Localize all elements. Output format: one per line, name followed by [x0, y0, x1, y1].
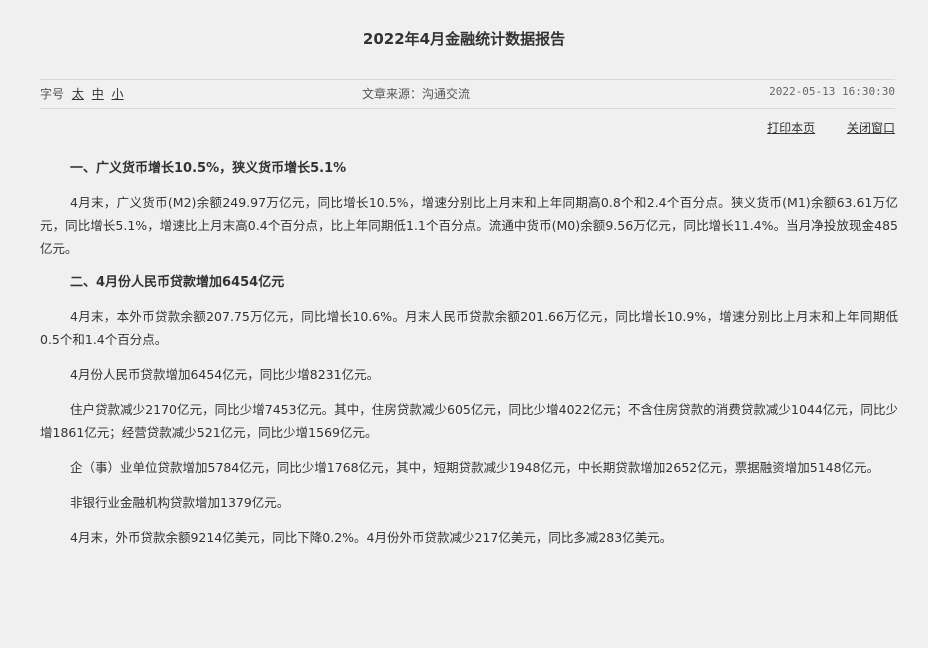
- paragraph: 企（事）业单位贷款增加5784亿元，同比少增1768亿元，其中，短期贷款减少19…: [70, 460, 880, 475]
- header-divider-bottom: [40, 108, 895, 109]
- article-title: 2022年4月金融统计数据报告: [362, 30, 566, 48]
- article-tools: 打印本页 关闭窗口: [739, 119, 895, 136]
- paragraph: 4月末，外币贷款余额9214亿美元，同比下降0.2%。4月份外币贷款减少217亿…: [70, 530, 673, 545]
- section-heading: 二、4月份人民币贷款增加6454亿元: [70, 275, 285, 290]
- article-datetime: 2022-05-13 16:30:30: [769, 85, 895, 98]
- article-meta: 字号 太 中 小 文章来源：沟通交流 2022-05-13 16:30:30: [40, 85, 895, 103]
- font-size-large-link[interactable]: 太: [72, 87, 84, 101]
- article-page: 2022年4月金融统计数据报告 字号 太 中 小 文章来源：沟通交流 2022-…: [0, 0, 928, 648]
- article-content: 一、广义货币增长10.5%，狭义货币增长5.1% 4月末，广义货币(M2)余额2…: [40, 158, 898, 561]
- font-size-small-link[interactable]: 小: [112, 87, 124, 101]
- article-source: 文章来源：沟通交流: [362, 87, 471, 101]
- section-heading: 一、广义货币增长10.5%，狭义货币增长5.1%: [70, 161, 347, 176]
- paragraph: 非银行业金融机构贷款增加1379亿元。: [70, 495, 290, 510]
- paragraph: 4月末，本外币贷款余额207.75万亿元，同比增长10.6%。月末人民币贷款余额…: [40, 309, 898, 347]
- paragraph: 4月份人民币贷款增加6454亿元，同比少增8231亿元。: [70, 367, 380, 382]
- print-page-link[interactable]: 打印本页: [767, 121, 815, 135]
- paragraph: 4月末，广义货币(M2)余额249.97万亿元，同比增长10.5%，增速分别比上…: [40, 195, 898, 256]
- header-divider-top: [40, 79, 895, 80]
- font-size-selector: 字号 太 中 小: [40, 85, 124, 102]
- font-size-label: 字号: [40, 87, 65, 101]
- font-size-medium-link[interactable]: 中: [92, 87, 104, 101]
- close-window-link[interactable]: 关闭窗口: [847, 121, 895, 135]
- paragraph: 住户贷款减少2170亿元，同比少增7453亿元。其中，住房贷款减少605亿元，同…: [40, 402, 898, 440]
